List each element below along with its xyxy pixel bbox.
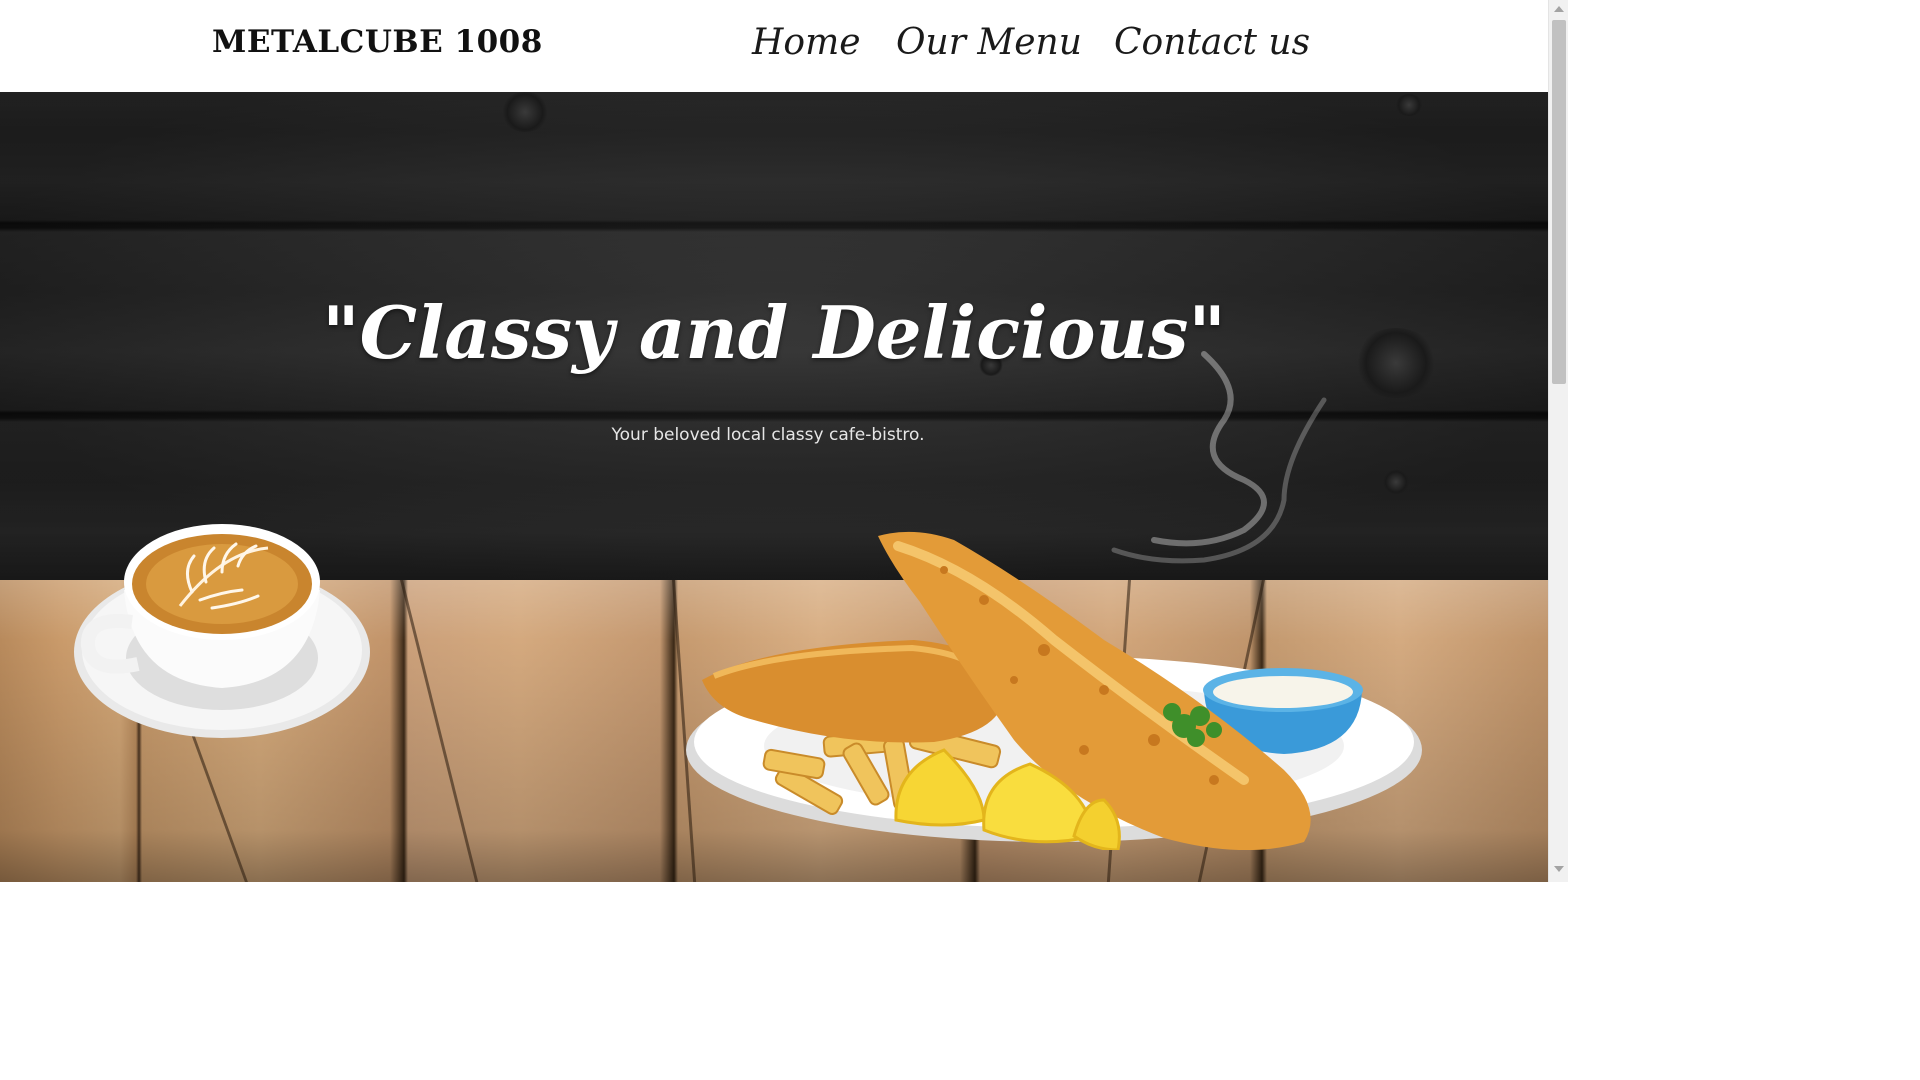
coffee-cup-icon <box>74 524 370 738</box>
page-viewport: METALCUBE 1008 Home Our Menu Contact us … <box>0 0 1548 882</box>
brand-logo[interactable]: METALCUBE 1008 <box>212 24 543 60</box>
fish-and-chips-icon <box>686 351 1422 850</box>
nav-link-contact-us[interactable]: Contact us <box>1114 22 1310 63</box>
vertical-scrollbar[interactable] <box>1548 0 1568 882</box>
scroll-up-icon[interactable] <box>1554 6 1564 12</box>
hero-section: "Classy and Delicious" Your beloved loca… <box>0 92 1548 882</box>
wood-knot <box>1394 94 1424 116</box>
scroll-thumb[interactable] <box>1552 20 1566 384</box>
wood-knot <box>500 92 550 132</box>
scroll-down-icon[interactable] <box>1554 866 1564 872</box>
navbar: METALCUBE 1008 Home Our Menu Contact us <box>0 0 1548 92</box>
nav-link-our-menu[interactable]: Our Menu <box>896 22 1082 63</box>
nav-link-home[interactable]: Home <box>752 22 861 63</box>
